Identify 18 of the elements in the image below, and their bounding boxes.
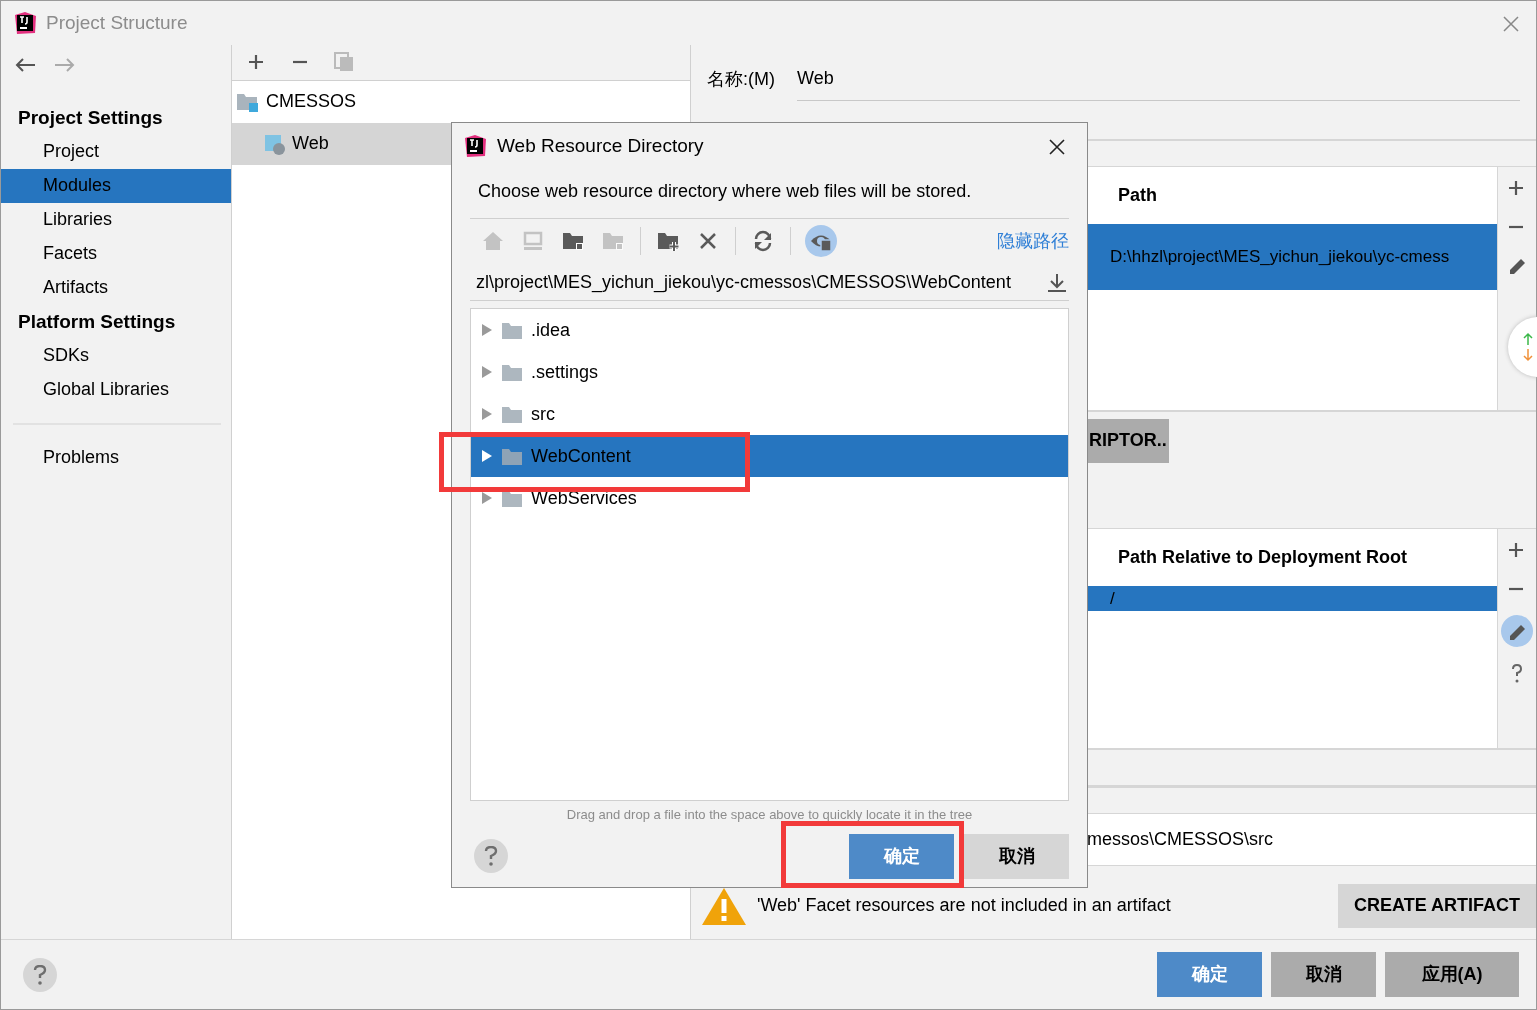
- path-text: zl\project\MES_yichun_jiekou\yc-cmessos\CMESSOS\WebContent: [476, 271, 1012, 295]
- column-header: Path Relative to Deployment Root: [1117, 545, 1409, 569]
- window-title: Project Structure: [46, 10, 188, 35]
- section-heading: Project Settings: [17, 105, 164, 130]
- column-header: Path: [1117, 183, 1158, 207]
- tree-label: CMESSOS: [266, 90, 357, 114]
- name-label: 名称:(M): [707, 67, 775, 91]
- tree-label: WebServices: [531, 486, 637, 510]
- warning-message: 'Web' Facet resources are not included in an artifact: [757, 894, 1171, 918]
- tree-label: .settings: [531, 360, 599, 384]
- dialog-title: Web Resource Directory: [497, 133, 704, 158]
- dialog-description: Choose web resource directory where web files will be stored.: [478, 180, 973, 203]
- tree-label: src: [531, 402, 555, 426]
- drop-hint: Drag and drop a file into the space above to quickly locate it in the tree: [565, 806, 974, 824]
- tree-label: Web: [292, 132, 329, 156]
- tree-label: WebContent: [531, 444, 631, 468]
- tree-label: .idea: [531, 318, 571, 342]
- section-heading: Platform Settings: [17, 309, 177, 334]
